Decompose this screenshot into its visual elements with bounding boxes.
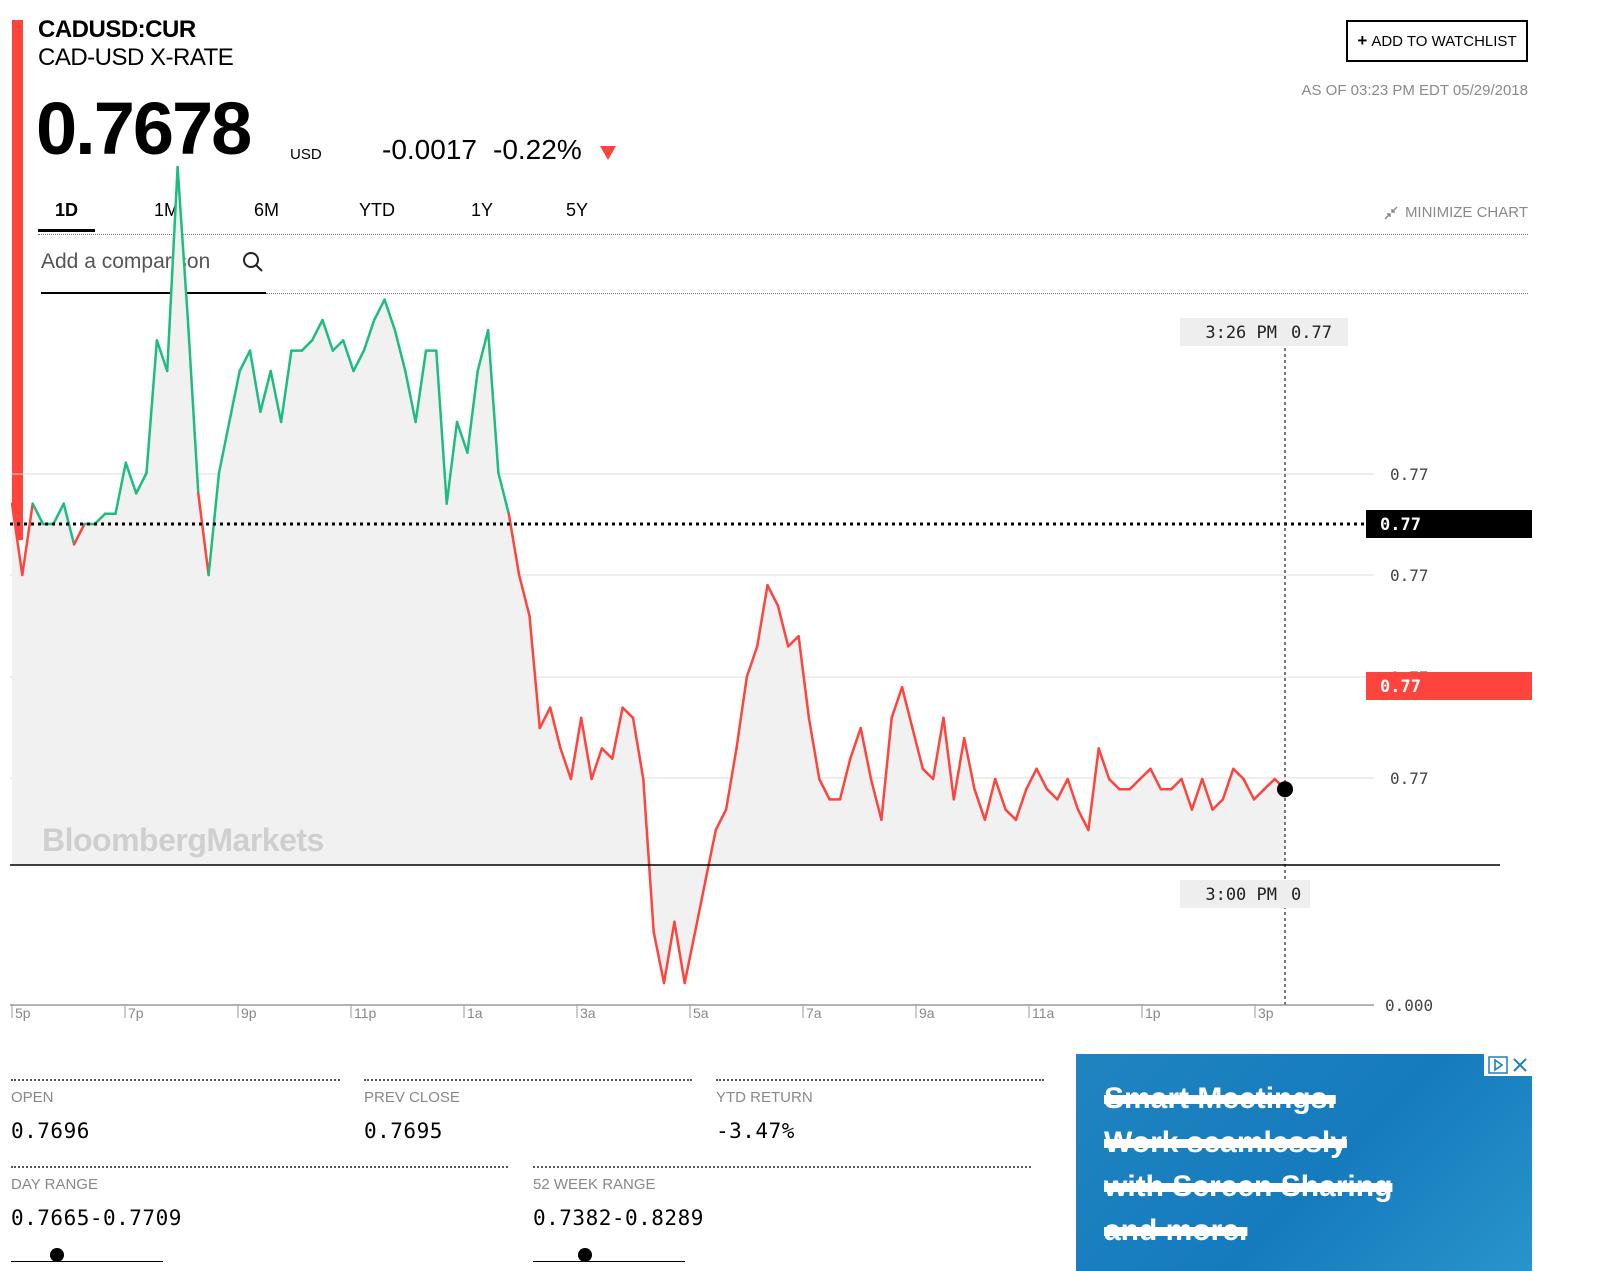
day-range-marker	[49, 1248, 64, 1262]
week52-range-marker	[577, 1248, 592, 1262]
prev-close-divider	[364, 1079, 692, 1081]
day-range-slider	[11, 1261, 163, 1262]
day-range-label: DAY RANGE	[11, 1176, 98, 1193]
x-tick-label: 1p	[1145, 1005, 1161, 1021]
y-tick-label: 0.77	[1390, 465, 1429, 484]
prev-close-tag-label: 0.77	[1380, 515, 1421, 535]
volume-axis-label: 0.000	[1385, 996, 1433, 1015]
week52-range-value: 0.7382-0.8289	[533, 1206, 704, 1230]
open-label: OPEN	[11, 1089, 54, 1106]
day-range-value: 0.7665-0.7709	[11, 1206, 182, 1230]
ad-line-2: Work seamlessly	[1104, 1126, 1347, 1159]
crosshair-time: 3:26 PM	[1205, 323, 1277, 343]
open-value: 0.7696	[11, 1119, 90, 1143]
x-tick-label: 11p	[354, 1005, 377, 1021]
x-tick-label: 11a	[1032, 1005, 1055, 1021]
prev-close-label: PREV CLOSE	[364, 1089, 460, 1106]
ad-line-3: with Screen Sharing	[1104, 1170, 1393, 1203]
ad-close-icon[interactable]	[1511, 1056, 1529, 1074]
prev-close-value: 0.7695	[364, 1119, 443, 1143]
ad-choices-icon[interactable]	[1488, 1056, 1508, 1074]
y-tick-label: 0.77	[1390, 566, 1429, 585]
advertisement[interactable]: Smart Meetings. Work seamlessly with Scr…	[1076, 1054, 1532, 1271]
x-tick-label: 3p	[1258, 1005, 1274, 1021]
x-axis: 5p 7p 9p 11p 1a 3a 5a 7a 9a 11a 1p 3p	[11, 1005, 1274, 1021]
volume-value: 0	[1291, 885, 1301, 905]
last-price-tag-label: 0.77	[1380, 677, 1421, 697]
volume-time: 3:00 PM	[1205, 885, 1277, 905]
open-divider	[11, 1079, 340, 1081]
x-tick-label: 9p	[241, 1005, 257, 1021]
week52-range-divider	[533, 1166, 1031, 1168]
bloomberg-markets-watermark: BloombergMarkets	[42, 822, 324, 858]
ytd-return-value: -3.47%	[716, 1119, 795, 1143]
x-tick-label: 3a	[580, 1005, 596, 1021]
price-chart[interactable]: 0.770.770.770.77 0.77 0.77 3:26 PM 0.77 …	[0, 0, 1600, 1030]
ytd-return-label: YTD RETURN	[716, 1089, 813, 1106]
ytd-return-divider	[716, 1079, 1044, 1081]
week52-range-label: 52 WEEK RANGE	[533, 1176, 656, 1193]
ad-controls	[1484, 1054, 1532, 1076]
x-tick-label: 5p	[15, 1005, 31, 1021]
ad-line-1: Smart Meetings.	[1104, 1082, 1336, 1115]
y-tick-label: 0.77	[1390, 769, 1429, 788]
x-tick-label: 5a	[693, 1005, 709, 1021]
day-range-divider	[11, 1166, 508, 1168]
crosshair-value: 0.77	[1291, 323, 1332, 343]
x-tick-label: 9a	[919, 1005, 935, 1021]
week52-range-slider	[533, 1261, 685, 1262]
last-point-marker	[1277, 781, 1293, 798]
x-tick-label: 7p	[128, 1005, 144, 1021]
x-tick-label: 7a	[806, 1005, 822, 1021]
ad-line-4: and more.	[1104, 1214, 1248, 1247]
x-tick-label: 1a	[467, 1005, 483, 1021]
